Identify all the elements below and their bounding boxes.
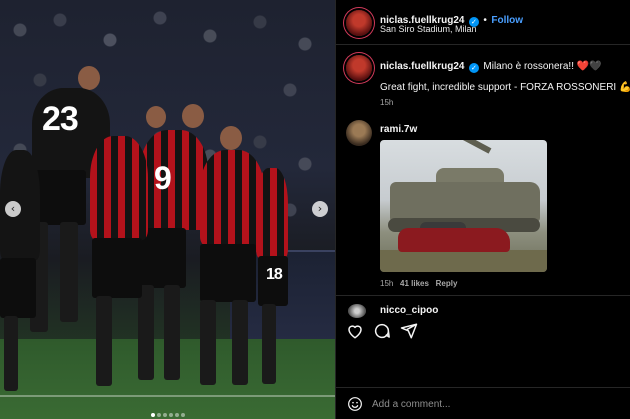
reply-button[interactable]: Reply (436, 279, 458, 288)
share-icon[interactable] (400, 322, 418, 340)
commenter-avatar[interactable] (346, 120, 372, 146)
comment-input[interactable] (372, 394, 622, 414)
caption-text: Great fight, incredible support - FORZA … (380, 82, 630, 93)
shirt-number: 18 (266, 266, 283, 283)
smiley-icon[interactable] (347, 396, 363, 412)
caption-username[interactable]: niclas.fuellkrug24 (380, 61, 464, 72)
follow-button[interactable]: Follow (491, 15, 523, 26)
header-separator: • (483, 15, 487, 26)
chevron-left-icon[interactable]: ‹ (5, 201, 21, 217)
author-avatar[interactable] (346, 10, 372, 36)
carousel-dot[interactable] (174, 413, 179, 417)
caption-text: Milano è rossonera!! ❤️🖤 (483, 61, 602, 72)
comment-likes[interactable]: 41 likes (400, 279, 429, 288)
carousel-dot[interactable] (156, 413, 161, 417)
carousel-dot[interactable] (162, 413, 167, 417)
post-photo[interactable]: 23 9 18 ‹ › (0, 0, 335, 419)
post-location[interactable]: San Siro Stadium, Milan (380, 24, 477, 34)
commenter-username[interactable]: rami.7w (380, 124, 417, 135)
carousel-dot[interactable] (150, 413, 155, 417)
commenter-avatar[interactable] (348, 304, 366, 318)
comment-box (336, 387, 630, 419)
caption-avatar[interactable] (346, 55, 372, 81)
header-divider (336, 44, 630, 45)
comment-time: 15h (380, 279, 394, 288)
comment-image[interactable] (380, 140, 547, 272)
comments-divider (336, 295, 630, 296)
commenter-username[interactable]: nicco_cipoo (380, 305, 438, 316)
post-panel: niclas.fuellkrug24 ✓ • Follow San Siro S… (335, 0, 630, 419)
carousel-dot[interactable] (180, 413, 185, 417)
heart-icon[interactable] (346, 322, 364, 340)
shirt-number: 23 (42, 100, 79, 138)
chevron-right-icon[interactable]: › (312, 201, 328, 217)
caption-line: niclas.fuellkrug24 ✓ Milano è rossonera!… (380, 56, 602, 74)
comment-icon[interactable] (373, 322, 391, 340)
carousel-indicator (0, 404, 335, 419)
caption-time: 15h (380, 98, 394, 107)
comment-meta: 15h 41 likes Reply (380, 279, 457, 288)
verified-badge-icon: ✓ (468, 63, 479, 73)
shirt-number: 9 (154, 160, 172, 196)
carousel-dot[interactable] (168, 413, 173, 417)
